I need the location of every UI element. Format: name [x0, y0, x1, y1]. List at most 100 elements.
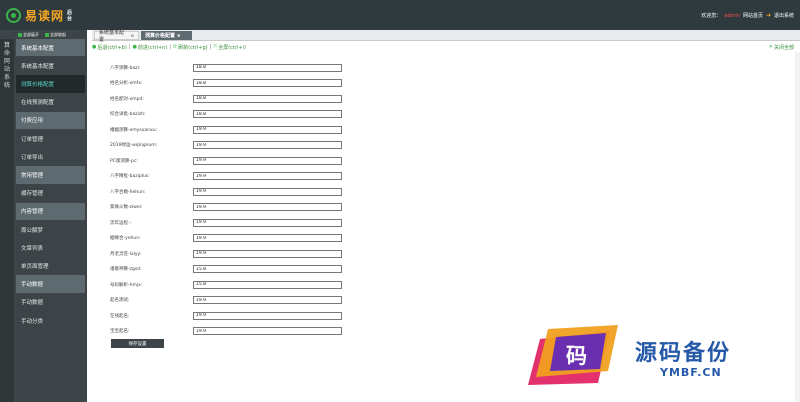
price-input[interactable]: [193, 296, 342, 305]
price-input[interactable]: [193, 125, 342, 134]
field-label: 诸葛神算-zgsd:: [110, 267, 142, 273]
watermark-domain: YMBF.CN: [660, 366, 722, 379]
form-row: 八字精批-baziplus:: [110, 169, 370, 185]
price-input[interactable]: [193, 94, 342, 103]
sidebar-item[interactable]: 手动分类: [16, 311, 85, 330]
expand-checkbox-icon: [18, 32, 22, 37]
sidebar-item[interactable]: 订单导出: [16, 148, 85, 166]
price-input[interactable]: [193, 187, 342, 196]
fullscreen-label: 全屏(ctrl+i): [218, 44, 246, 51]
form-row: 在线起名:: [110, 308, 370, 324]
form-row: 流年运程-:: [110, 215, 370, 231]
field-label: 起名测试:: [110, 298, 130, 304]
field-label: 八字精批-baziplus:: [110, 174, 150, 180]
field-label: 宝宝起名:: [110, 329, 130, 335]
field-label: 婚姻测算-xmysuanxu:: [110, 127, 158, 133]
logo-tag: 后台: [67, 9, 73, 22]
price-input[interactable]: [193, 218, 342, 227]
sidebar-item[interactable]: 手动数据: [16, 293, 85, 312]
field-label: 姓名分析-xmfx:: [110, 81, 143, 87]
tab-label: 系统基本配置: [99, 29, 125, 43]
tab-system-config[interactable]: 系统基本配置 ⊙: [94, 29, 139, 43]
tab-close-icon[interactable]: ✖: [177, 33, 180, 38]
price-config-form: 八字测算-bazi: 姓名分析-xmfx: 姓名配对-xmpd: 综合详批-baziz…: [110, 60, 370, 339]
sidebar-item[interactable]: 单页面管理: [16, 257, 85, 275]
form-row: 起名测试:: [110, 293, 370, 309]
system-title: 算命网站系统: [4, 42, 11, 89]
tab-close-icon[interactable]: ⊙: [131, 33, 134, 38]
field-label: 八字合婚-hehun:: [110, 189, 146, 195]
field-label: 号码解析-hmjx:: [110, 282, 143, 288]
price-input[interactable]: [193, 280, 342, 289]
price-input[interactable]: [193, 172, 342, 181]
form-row: 紫微斗数-ziwei:: [110, 200, 370, 216]
sidebar-item[interactable]: 周公解梦: [16, 220, 85, 239]
refresh-icon: ⟳: [172, 44, 178, 50]
content-scrollbar[interactable]: [795, 52, 800, 402]
form-row: 月老灵签-lalyy:: [110, 246, 370, 262]
price-input[interactable]: [193, 327, 342, 336]
close-all-button[interactable]: ✕ 关闭全部: [769, 42, 794, 52]
logout-link[interactable]: 退出系统: [774, 12, 794, 19]
back-label: 后退(ctrl+b): [97, 44, 127, 51]
watermark-logo: 码 源码备份 YMBF.CN: [520, 325, 790, 387]
site-logo[interactable]: 易读网 后台: [6, 7, 73, 24]
sidebar-item[interactable]: 订单管理: [16, 129, 85, 148]
form-row: 诸葛神算-zgsd:: [110, 262, 370, 278]
price-input[interactable]: [193, 63, 342, 72]
expand-all-label: 全部展开: [23, 31, 39, 37]
sidebar-group-header[interactable]: 付费应用: [16, 111, 85, 130]
form-row: 综合详批-bazizh:: [110, 107, 370, 123]
sidebar-group-header[interactable]: 内容管理: [16, 202, 85, 221]
field-label: 月老灵签-lalyy:: [110, 251, 142, 257]
sidebar-group-header[interactable]: 系统基本配置: [16, 39, 85, 57]
field-label: 八字测算-bazi:: [110, 65, 141, 71]
logout-arrow-icon: ➜: [765, 12, 771, 19]
sidebar-toggle-tools: 全部展开 全部收起: [16, 30, 87, 39]
fullscreen-button[interactable]: ⤧ 全屏(ctrl+i): [213, 44, 246, 51]
field-label: 2019财运-wqingnum:: [110, 143, 158, 149]
price-input[interactable]: [193, 311, 342, 320]
sidebar-item[interactable]: 文章列表: [16, 239, 85, 257]
sidebar-group-header[interactable]: 手动数据: [16, 275, 85, 293]
welcome-label: 欢迎您：: [701, 13, 722, 19]
price-input[interactable]: [193, 156, 342, 165]
form-row: 婚姻测算-xmysuanxu:: [110, 122, 370, 138]
price-input[interactable]: [193, 249, 342, 258]
form-row: PC版测算-pc:: [110, 153, 370, 169]
field-label: PC版测算-pc:: [110, 158, 138, 164]
toolbar-divider: |: [209, 44, 212, 50]
field-label: 紫微斗数-ziwei:: [110, 205, 143, 211]
collapse-all-label: 全部收起: [50, 31, 66, 37]
current-user[interactable]: admin: [724, 13, 740, 19]
sidebar-item[interactable]: 测算价格配置: [16, 75, 85, 93]
sidebar-item[interactable]: 在线预测配置: [16, 93, 85, 111]
field-label: 在线起名:: [110, 313, 130, 319]
toolbar-divider: |: [169, 44, 171, 50]
field-label: 流年运程-:: [110, 220, 132, 226]
collapse-all-button[interactable]: 全部收起: [45, 32, 66, 38]
expand-all-button[interactable]: 全部展开: [18, 32, 39, 38]
top-header-bar: 易读网 后台 欢迎您： admin 网站首页 ➜ 退出系统: [0, 0, 800, 30]
form-row: 姓名分析-xmfx:: [110, 76, 370, 92]
price-input[interactable]: [193, 141, 342, 150]
price-input[interactable]: [193, 203, 342, 212]
sidebar-group-header[interactable]: 常用管理: [16, 166, 85, 184]
site-home-link[interactable]: 网站首页: [743, 12, 763, 19]
save-settings-button[interactable]: 保存设置: [111, 339, 164, 348]
price-input[interactable]: [193, 110, 342, 119]
back-button[interactable]: ● 后退(ctrl+b): [92, 44, 127, 51]
forward-button[interactable]: ● 前进(ctrl+n): [132, 44, 167, 51]
field-label: 姓名配对-xmpd:: [110, 96, 144, 102]
price-input[interactable]: [193, 79, 342, 88]
sidebar-item[interactable]: 系统基本配置: [16, 57, 85, 75]
tab-price-config[interactable]: 测算价格配置 ✖: [141, 31, 192, 40]
close-all-icon: ✕: [768, 44, 773, 50]
watermark-emblem-icon: 码: [528, 325, 618, 385]
price-input[interactable]: [193, 265, 342, 274]
sidebar-item[interactable]: 缓存管理: [16, 184, 85, 202]
price-input[interactable]: [193, 234, 342, 243]
sidebar-vertical-title: 算命网站系统: [0, 39, 14, 402]
refresh-label: 刷新(ctrl+g): [178, 44, 208, 51]
refresh-button[interactable]: ⟳ 刷新(ctrl+g): [173, 44, 208, 51]
